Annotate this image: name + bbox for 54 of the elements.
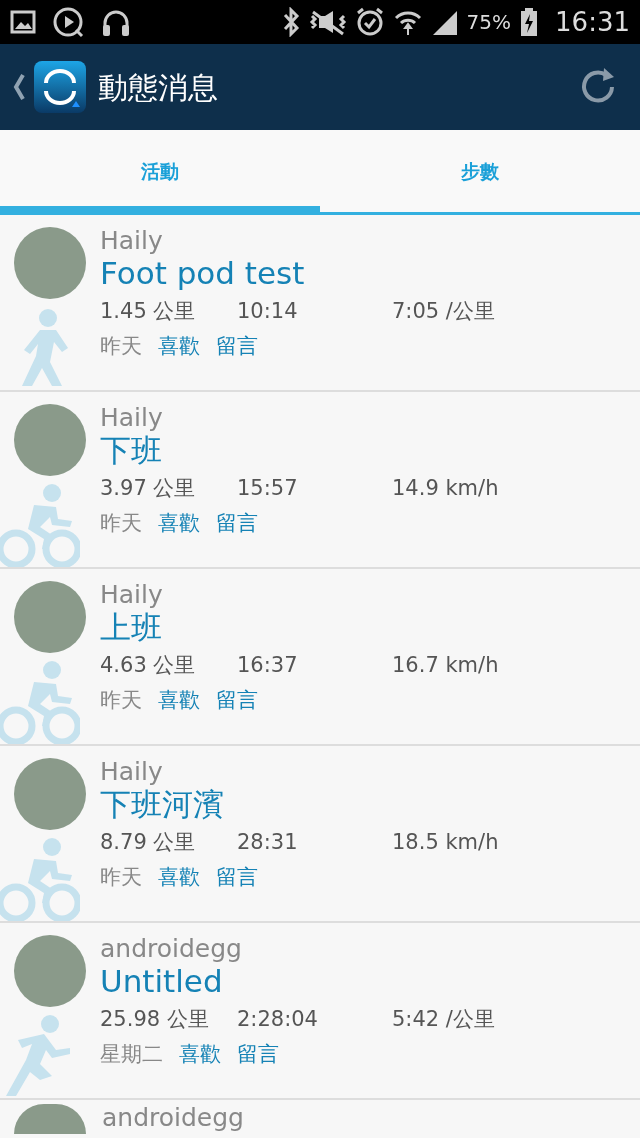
- duration: 10:14: [237, 297, 299, 325]
- pace: 7:05 /公里: [392, 297, 495, 325]
- comment-link[interactable]: 留言: [216, 862, 258, 894]
- distance: 1.45 公里: [100, 297, 197, 325]
- activity-date: 昨天: [100, 864, 142, 892]
- like-link[interactable]: 喜歡: [158, 508, 200, 540]
- pace: 5:42 /公里: [392, 1005, 495, 1033]
- duration: 2:28:04: [237, 1005, 319, 1033]
- pace: 16.7 km/h: [392, 651, 499, 679]
- like-link[interactable]: 喜歡: [179, 1039, 221, 1071]
- app-logo-icon: [34, 61, 86, 113]
- user-name: Haily: [100, 227, 164, 255]
- user-name: Haily: [100, 404, 164, 432]
- distance: 25.98 公里: [100, 1005, 210, 1033]
- activity-date: 昨天: [100, 510, 142, 538]
- user-name: androidegg: [101, 1104, 244, 1134]
- user-name: Haily: [100, 758, 164, 786]
- battery-percent: 75%: [466, 9, 512, 36]
- duration: 16:37: [237, 651, 299, 679]
- pace: 14.9 km/h: [392, 474, 499, 502]
- avatar-placeholder[interactable]: [14, 1104, 86, 1134]
- distance: 3.97 公里: [100, 474, 197, 502]
- comment-link[interactable]: 留言: [216, 331, 258, 363]
- clock-time: 16:31: [555, 5, 630, 39]
- duration: 28:31: [237, 828, 299, 856]
- like-link[interactable]: 喜歡: [158, 685, 200, 717]
- activity-title[interactable]: 上班: [100, 608, 640, 646]
- alarm-icon: [354, 7, 385, 37]
- activity-title[interactable]: Untitled: [100, 962, 640, 1000]
- comment-link[interactable]: 留言: [216, 508, 258, 540]
- comment-link[interactable]: 留言: [216, 685, 258, 717]
- duration: 15:57: [237, 474, 299, 502]
- activity-date: 昨天: [100, 687, 142, 715]
- activity-date: 昨天: [100, 333, 142, 361]
- tab[interactable]: 步數: [320, 130, 640, 212]
- user-name: Haily: [100, 581, 164, 609]
- distance: 8.79 公里: [100, 828, 197, 856]
- tab[interactable]: 活動: [0, 130, 320, 212]
- activity-title[interactable]: 下班: [100, 431, 640, 469]
- comment-link[interactable]: 留言: [237, 1039, 279, 1071]
- distance: 4.63 公里: [100, 651, 197, 679]
- play-icon: [52, 6, 84, 38]
- user-name: androidegg: [100, 935, 243, 963]
- screen-title: 動態消息: [98, 68, 218, 107]
- pace: 18.5 km/h: [392, 828, 499, 856]
- image-icon: [10, 10, 36, 34]
- like-link[interactable]: 喜歡: [158, 331, 200, 363]
- like-link[interactable]: 喜歡: [158, 862, 200, 894]
- activity-title[interactable]: 下班河濱: [100, 785, 640, 823]
- activity-date: 星期二: [100, 1041, 163, 1069]
- activity-title[interactable]: Foot pod test: [100, 254, 640, 292]
- battery-icon: [519, 7, 540, 37]
- mute-icon: [308, 8, 347, 36]
- back-chevron-icon[interactable]: [12, 72, 26, 102]
